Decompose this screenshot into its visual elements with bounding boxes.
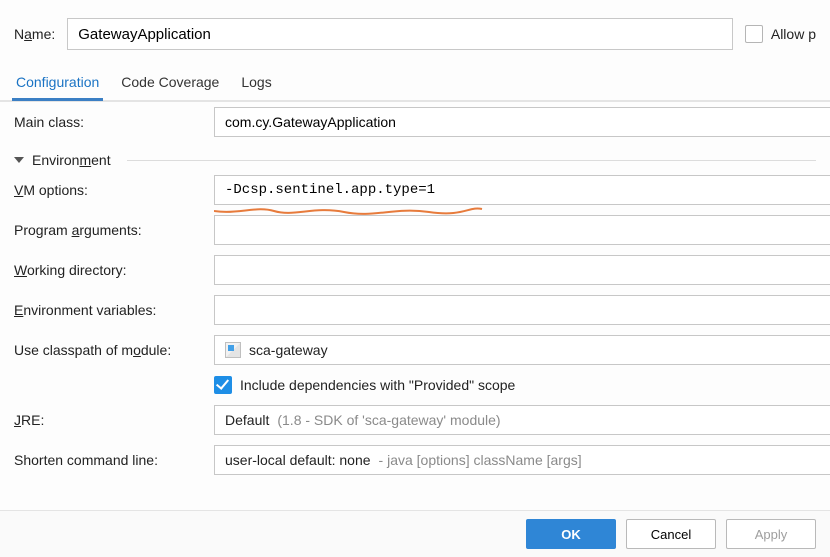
allow-checkbox[interactable] [745,25,763,43]
shorten-cmd-value-prefix: user-local default: none [225,452,371,468]
module-classpath-value: sca-gateway [249,342,328,358]
main-class-label: Main class: [14,114,214,130]
name-input[interactable] [67,18,733,50]
allow-label: Allow p [771,26,816,42]
module-icon [225,342,241,358]
vm-options-label: VM options: [14,182,214,198]
shorten-cmd-label: Shorten command line: [14,452,214,468]
section-divider [127,160,816,161]
cancel-button[interactable]: Cancel [626,519,716,549]
jre-value-prefix: Default [225,412,269,428]
vm-options-input[interactable] [214,175,830,205]
include-provided-checkbox[interactable] [214,376,232,394]
name-label: Name: [14,26,55,42]
chevron-down-icon [14,157,24,163]
working-directory-input[interactable] [214,255,830,285]
shorten-cmd-value-detail: - java [options] className [args] [379,452,582,468]
jre-select[interactable]: Default (1.8 - SDK of 'sca-gateway' modu… [214,405,830,435]
apply-button[interactable]: Apply [726,519,816,549]
working-directory-label: Working directory: [14,262,214,278]
tab-code-coverage[interactable]: Code Coverage [119,74,221,100]
env-variables-label: Environment variables: [14,302,214,318]
module-classpath-select[interactable]: sca-gateway [214,335,830,365]
jre-label: JRE: [14,412,214,428]
module-classpath-label: Use classpath of module: [14,342,214,358]
ok-button[interactable]: OK [526,519,616,549]
dialog-button-bar: OK Cancel Apply [0,510,830,557]
include-provided-label: Include dependencies with "Provided" sco… [240,377,515,393]
environment-section-header[interactable]: Environment [0,142,830,170]
env-variables-input[interactable] [214,295,830,325]
program-arguments-label: Program arguments: [14,222,214,238]
tab-configuration[interactable]: Configuration [14,74,101,100]
main-class-input[interactable] [214,107,830,137]
jre-value-detail: (1.8 - SDK of 'sca-gateway' module) [277,412,500,428]
program-arguments-input[interactable] [214,215,830,245]
tabs-bar: Configuration Code Coverage Logs [0,64,830,101]
tab-logs[interactable]: Logs [239,74,273,100]
shorten-cmd-select[interactable]: user-local default: none - java [options… [214,445,830,475]
